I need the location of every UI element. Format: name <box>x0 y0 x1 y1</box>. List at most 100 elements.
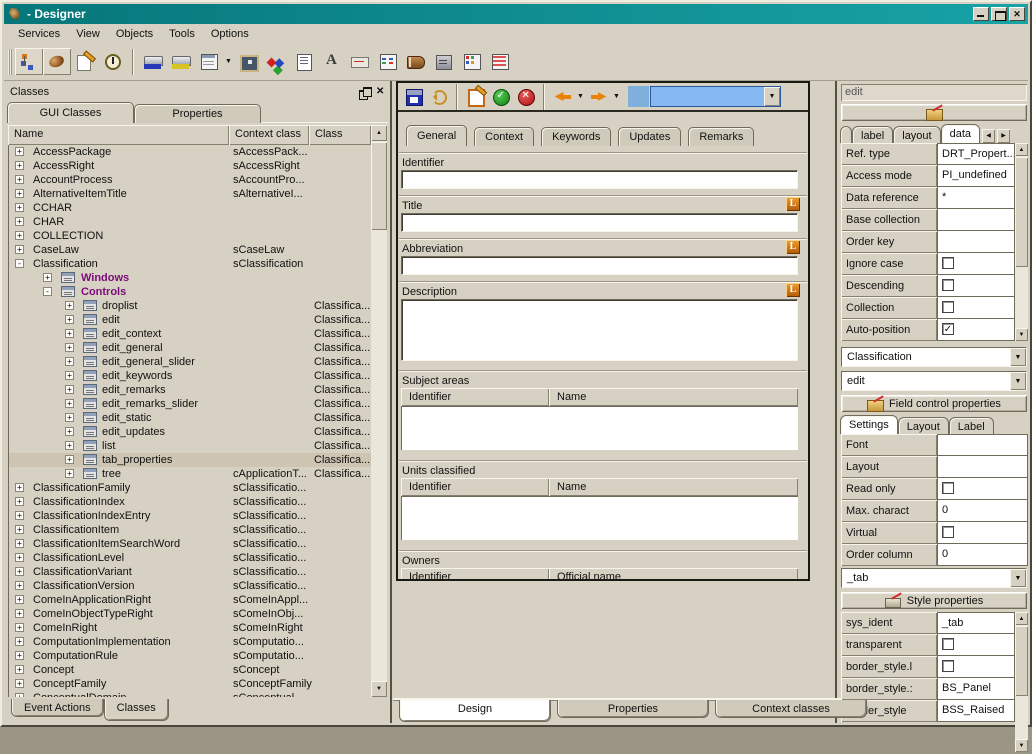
expand-plus-icon[interactable]: + <box>15 679 24 688</box>
tree-row[interactable]: +ComeInObjectTypeRightsComeInObj... <box>9 607 371 621</box>
tree-row[interactable]: +edit_general_sliderClassifica... <box>9 355 371 369</box>
tab-label[interactable]: label <box>852 126 893 143</box>
tree-row[interactable]: +Windows <box>9 271 371 285</box>
abbreviation-input[interactable] <box>401 256 798 275</box>
expand-plus-icon[interactable]: + <box>15 161 24 170</box>
expand-plus-icon[interactable]: + <box>65 329 74 338</box>
toolbar-grip[interactable] <box>8 49 12 75</box>
tab-combobox[interactable]: _tab ▼ <box>841 568 1027 588</box>
identifier-input[interactable] <box>401 170 798 189</box>
expand-plus-icon[interactable]: + <box>65 427 74 436</box>
expand-minus-icon[interactable]: - <box>43 287 52 296</box>
property-value[interactable]: 0 <box>937 544 1028 566</box>
tree-row[interactable]: +edit_remarksClassifica... <box>9 383 371 397</box>
menu-view[interactable]: View <box>68 26 108 42</box>
style-properties-button[interactable]: Style properties <box>841 592 1027 609</box>
scrollbar-thumb[interactable] <box>1015 626 1028 696</box>
unchecked-checkbox-icon[interactable] <box>942 279 954 291</box>
expand-plus-icon[interactable]: + <box>65 413 74 422</box>
save-button[interactable] <box>401 85 426 109</box>
column-header-official-name[interactable]: Official name <box>549 568 798 579</box>
property-value[interactable]: BSS_Raised <box>937 700 1015 722</box>
column-header-identifier[interactable]: Identifier <box>401 388 549 406</box>
tab-properties[interactable]: Properties <box>557 700 709 718</box>
tree-row[interactable]: +AccessRightsAccessRight <box>9 159 371 173</box>
expand-plus-icon[interactable]: + <box>15 525 24 534</box>
property-value[interactable]: DRT_Propert... <box>937 143 1015 165</box>
hierarchy-button[interactable] <box>15 48 43 75</box>
scroll-down-icon[interactable]: ▼ <box>1015 739 1028 752</box>
tree-row[interactable]: +ClassificationVersionsClassificatio... <box>9 579 371 593</box>
tree-row[interactable]: +ComeInRightsComeInRight <box>9 621 371 635</box>
scrollbar-thumb[interactable] <box>1015 157 1028 267</box>
info-button[interactable] <box>99 48 127 75</box>
title-input[interactable] <box>401 213 798 232</box>
language-icon[interactable] <box>786 240 800 254</box>
tree-scrollbar[interactable]: ▲ ▼ <box>371 125 387 697</box>
tree-row[interactable]: +edit_remarks_sliderClassifica... <box>9 397 371 411</box>
forward-button[interactable] <box>586 85 611 109</box>
expand-plus-icon[interactable]: + <box>65 315 74 324</box>
language-icon[interactable] <box>786 197 800 211</box>
expand-plus-icon[interactable]: + <box>65 357 74 366</box>
font-button[interactable] <box>318 48 346 75</box>
tree-row[interactable]: +AlternativeItemTitlesAlternativeI... <box>9 187 371 201</box>
expand-plus-icon[interactable]: + <box>15 175 24 184</box>
unchecked-checkbox-icon[interactable] <box>942 257 954 269</box>
property-value[interactable]: _tab <box>937 612 1015 634</box>
expand-plus-icon[interactable]: + <box>15 581 24 590</box>
data-grid-scrollbar[interactable]: ▲ ▼ <box>1015 143 1028 341</box>
unchecked-checkbox-icon[interactable] <box>942 301 954 313</box>
tab-data[interactable]: data <box>941 124 980 143</box>
tab-keywords[interactable]: Keywords <box>541 127 611 146</box>
form-dots-button[interactable] <box>458 48 486 75</box>
property-value[interactable]: BS_Panel <box>937 678 1015 700</box>
window-combobox[interactable]: ▼ <box>650 86 781 107</box>
column-header-name[interactable]: Name <box>549 478 798 496</box>
scrollbar-thumb[interactable] <box>371 142 387 230</box>
column-header-identifier[interactable]: Identifier <box>401 568 549 579</box>
expand-plus-icon[interactable]: + <box>15 231 24 240</box>
report-button[interactable] <box>290 48 318 75</box>
splitter-left[interactable] <box>390 81 392 723</box>
tree-row[interactable]: +tab_propertiesClassifica... <box>9 453 371 467</box>
expand-plus-icon[interactable]: + <box>15 637 24 646</box>
grid-red-button[interactable] <box>486 48 514 75</box>
expand-plus-icon[interactable]: + <box>15 693 24 697</box>
tree-row[interactable]: +listClassifica... <box>9 439 371 453</box>
back-button[interactable] <box>550 85 575 109</box>
tree-row[interactable]: -ClassificationsClassification <box>9 257 371 271</box>
expand-plus-icon[interactable]: + <box>15 511 24 520</box>
tab-scroll-right-icon[interactable]: ▶ <box>997 129 1010 143</box>
property-value[interactable] <box>937 634 1015 656</box>
tree-row[interactable]: +ClassificationFamilysClassificatio... <box>9 481 371 495</box>
property-value[interactable] <box>937 522 1028 544</box>
chevron-down-icon[interactable]: ▼ <box>575 83 586 110</box>
property-value[interactable] <box>937 656 1015 678</box>
property-value[interactable] <box>937 253 1015 275</box>
tab-stub[interactable] <box>840 126 852 143</box>
menu-services[interactable]: Services <box>10 26 68 42</box>
tab-context[interactable]: Context <box>474 127 534 146</box>
tree-row[interactable]: +ConceptualDomainsConceptual <box>9 691 371 697</box>
close-button[interactable] <box>1009 7 1025 21</box>
expand-plus-icon[interactable]: + <box>15 553 24 562</box>
tab-gui-classes[interactable]: GUI Classes <box>7 102 134 123</box>
tree-row[interactable]: +edit_contextClassifica... <box>9 327 371 341</box>
maximize-button[interactable] <box>991 7 1007 21</box>
property-value[interactable]: PI_undefined <box>937 165 1015 187</box>
expand-plus-icon[interactable]: + <box>65 455 74 464</box>
tree-row[interactable]: +ConceptFamilysConceptFamily <box>9 677 371 691</box>
book-button[interactable] <box>402 48 430 75</box>
tree-row[interactable]: +ClassificationItemSearchWordsClassifica… <box>9 537 371 551</box>
tree-row[interactable]: +CaseLawsCaseLaw <box>9 243 371 257</box>
label-button[interactable] <box>346 48 374 75</box>
expand-plus-icon[interactable]: + <box>15 651 24 660</box>
expand-plus-icon[interactable]: + <box>65 441 74 450</box>
expand-minus-icon[interactable]: - <box>15 259 24 268</box>
image-button[interactable] <box>234 48 262 75</box>
tree-row[interactable]: -Controls <box>9 285 371 299</box>
tree-row[interactable]: +CHAR <box>9 215 371 229</box>
refresh-button[interactable] <box>426 85 451 109</box>
chevron-down-icon[interactable]: ▼ <box>223 48 234 75</box>
